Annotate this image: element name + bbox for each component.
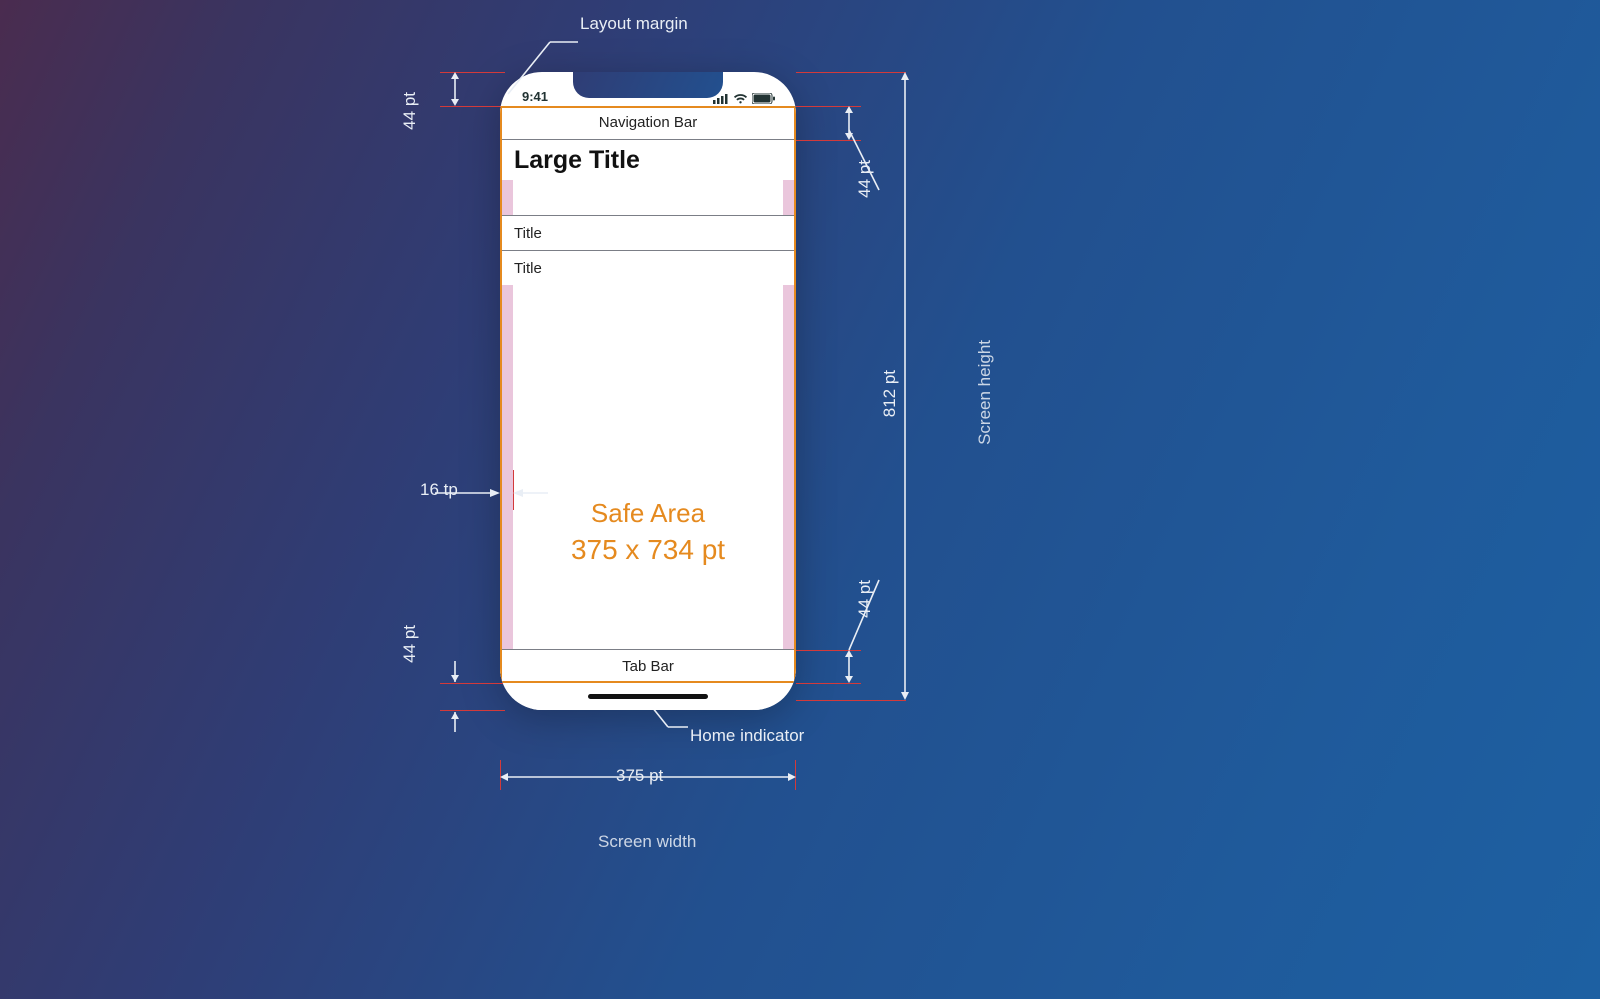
collection-view-header: COLLECTION VIEW [500, 285, 796, 320]
table-row: Title [500, 215, 796, 250]
navigation-bar: Navigation Bar [500, 106, 796, 140]
dimension-arrow [898, 72, 912, 700]
guideline [440, 106, 505, 107]
dimension-arrow [448, 712, 462, 738]
safe-area-label: Safe Area 375 x 734 pt [500, 496, 796, 569]
guideline [440, 683, 505, 684]
notch [573, 72, 723, 98]
tab-bar: Tab Bar [500, 649, 796, 683]
dimension-label: 16 tp [420, 480, 458, 500]
guideline [796, 72, 906, 73]
callout-label: Layout margin [580, 14, 688, 34]
battery-icon [752, 93, 776, 104]
wifi-icon [733, 93, 748, 104]
large-title: Large Title [500, 140, 796, 180]
dimension-label: 44 pt [400, 92, 420, 130]
guideline [440, 710, 505, 711]
axis-label: Screen width [598, 832, 696, 852]
home-indicator-area [500, 683, 796, 710]
dimension-label: 44 pt [855, 160, 875, 198]
home-indicator [588, 694, 708, 699]
dimension-arrow [448, 656, 462, 682]
dimension-label: 44 pt [855, 580, 875, 618]
safe-area-dimensions: 375 x 734 pt [500, 531, 796, 569]
dimension-label: 375 pt [616, 766, 663, 786]
status-time: 9:41 [522, 89, 548, 104]
axis-label: Screen height [975, 340, 995, 445]
dimension-arrow [842, 650, 856, 683]
status-icons [713, 93, 776, 104]
collection-cell [514, 324, 642, 452]
safe-area-content: Navigation Bar Large Title TABLE VIEW Ti… [500, 106, 796, 683]
dimension-label: 812 pt [880, 370, 900, 417]
collection-cell [652, 324, 780, 452]
dimension-label: 44 pt [400, 625, 420, 663]
guideline [796, 683, 861, 684]
table-view-header: TABLE VIEW [500, 180, 796, 215]
dimension-arrow [448, 72, 462, 106]
guideline [796, 700, 906, 701]
callout-label: Home indicator [690, 726, 804, 746]
table-row: Title [500, 250, 796, 285]
safe-area-title: Safe Area [500, 496, 796, 531]
collection-view [500, 320, 796, 452]
phone-frame: 9:41 Navigation Bar Large Title TABLE VI… [500, 72, 796, 710]
